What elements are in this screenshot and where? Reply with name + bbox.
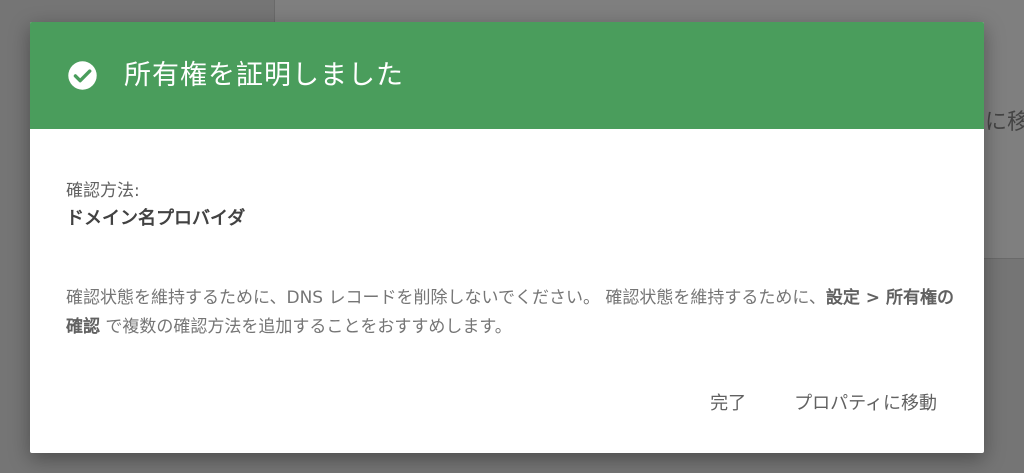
background-partial-text: に移 [985,110,1024,135]
done-button[interactable]: 完了 [710,390,746,418]
check-circle-icon [68,61,97,90]
info-text-part2: で複数の確認方法を追加することをおすすめします。 [100,317,512,337]
info-message: 確認状態を維持するために、DNS レコードを削除しないでください。 確認状態を維… [66,284,956,342]
go-to-property-button[interactable]: プロパティに移動 [794,390,937,418]
dialog-header: 所有権を証明しました [30,22,984,129]
verification-method-label: 確認方法: [66,181,140,201]
info-text-part1: 確認状態を維持するために、DNS レコードを削除しないでください。 確認状態を維… [66,288,826,308]
dialog-actions: 完了 プロパティに移動 [710,390,937,418]
dialog-title: 所有権を証明しました [124,60,404,91]
verification-method-value: ドメイン名プロバイダ [66,208,246,229]
verification-dialog: 所有権を証明しました 確認方法: ドメイン名プロバイダ 確認状態を維持するために… [30,22,984,453]
